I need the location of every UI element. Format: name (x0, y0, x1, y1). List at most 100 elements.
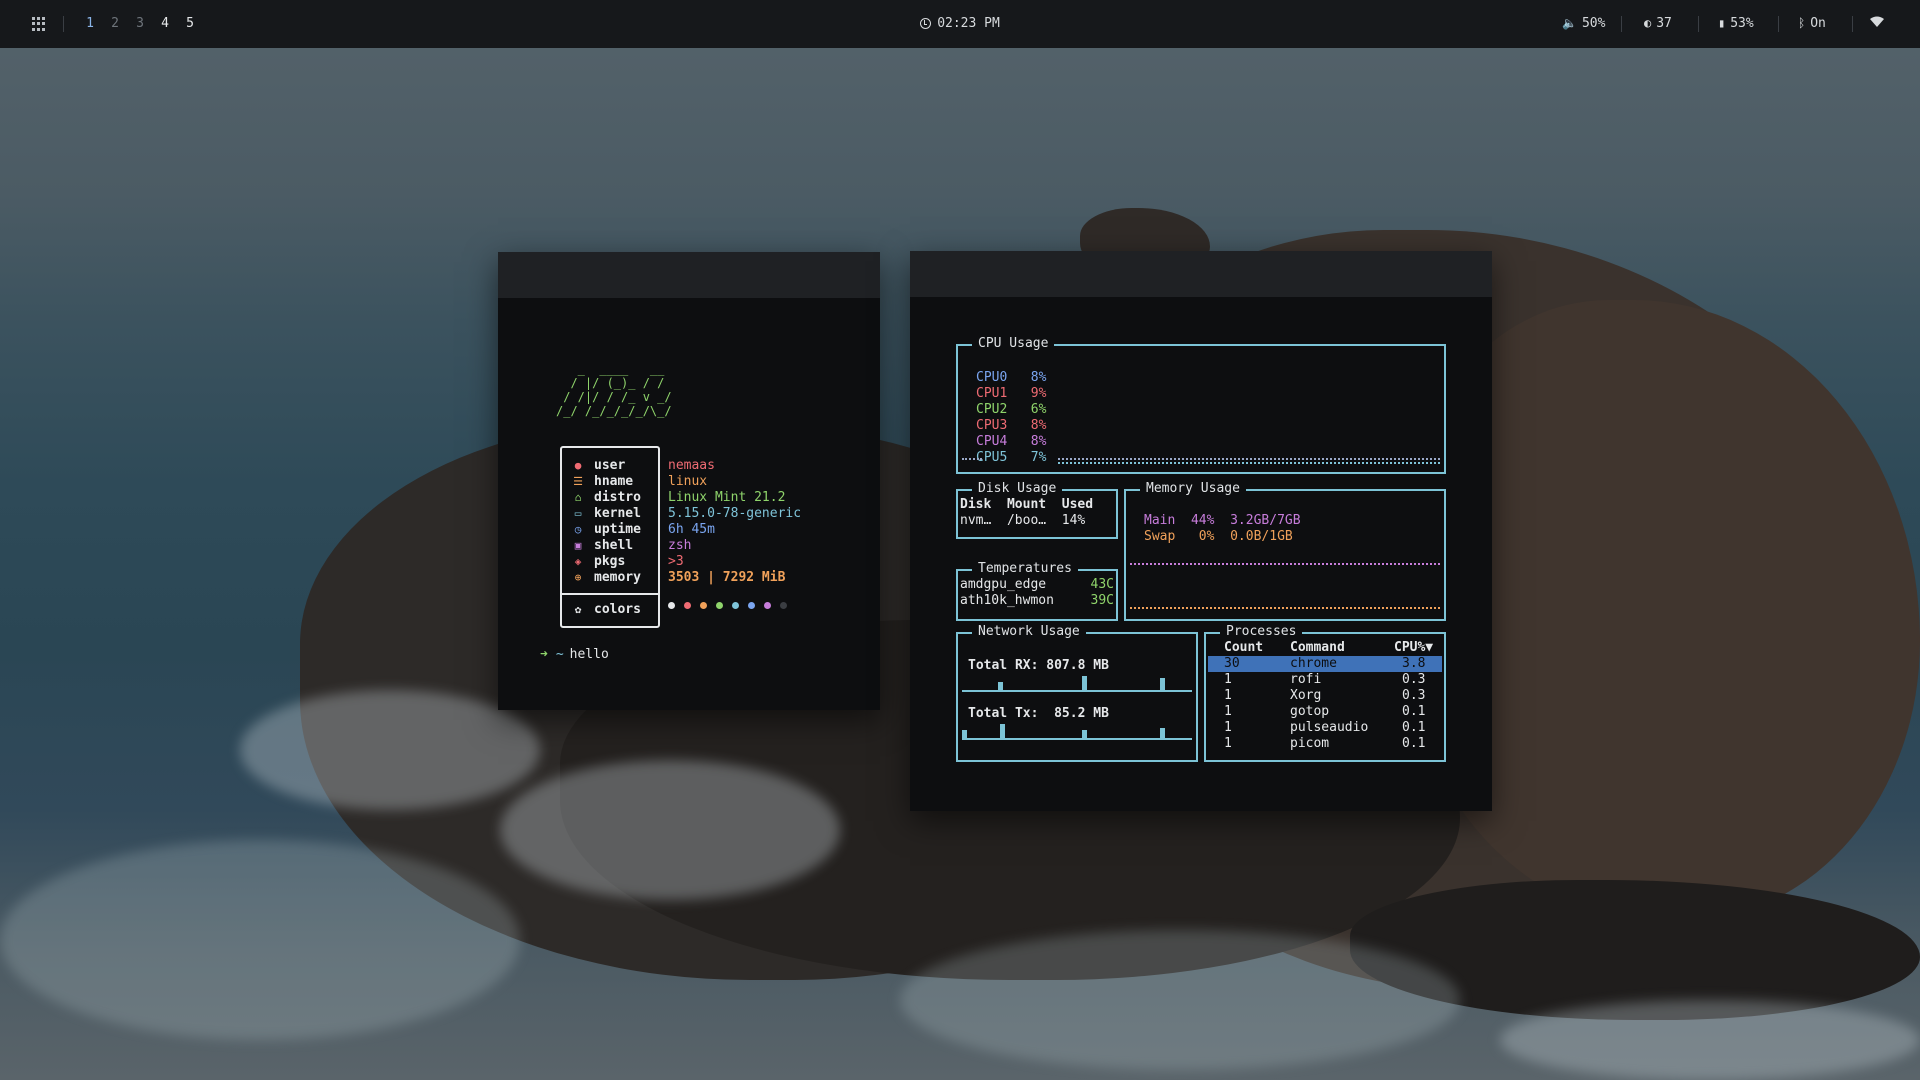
process-count[interactable]: 30 (1224, 656, 1240, 672)
bluetooth-indicator[interactable]: ᛒ On (1798, 16, 1826, 31)
gotop-terminal-window[interactable]: CPU Usage CPU0 8% CPU1 9% CPU2 6% CPU3 8… (910, 251, 1492, 811)
info-label-colors: ✿ colors (572, 602, 641, 618)
divider (1698, 16, 1699, 32)
panel-title: CPU Usage (972, 336, 1055, 352)
process-command[interactable]: pulseaudio (1290, 720, 1368, 736)
palette-dot (732, 602, 739, 609)
process-count[interactable]: 1 (1224, 672, 1232, 688)
cpu-row: CPU3 8% (976, 418, 1047, 433)
info-labels-box: ● user ☰ hname ⌂ distro ▭ kernel ◷ uptime ▣ sh… (560, 446, 660, 628)
info-value-memory: 3503 | 7292 MiB (668, 570, 786, 585)
info-value-user: nemaas (668, 458, 715, 473)
memory-icon: ⊕ (574, 571, 582, 584)
volume-value: 50% (1581, 16, 1606, 31)
volume-icon: 🔈 (1562, 16, 1577, 30)
shell-prompt[interactable]: ➜ ~ hello (540, 647, 609, 662)
process-header-cpu[interactable]: CPU%▼ (1394, 640, 1433, 656)
clock-time: 02:23 PM (937, 16, 1000, 31)
network-rx-total: Total RX: 807.8 MB (968, 658, 1109, 673)
palette-dot (716, 602, 723, 609)
top-bar: 1 2 3 4 5 02:23 PM 🔈 50% ◐ 37 ▮ 53% ᛒ On (0, 0, 1920, 48)
network-tx-total: Total Tx: 85.2 MB (968, 706, 1109, 721)
memory-main-graph (1130, 563, 1440, 565)
process-count[interactable]: 1 (1224, 720, 1232, 736)
process-command[interactable]: picom (1290, 736, 1329, 752)
cpu-row: CPU4 8% (976, 434, 1047, 449)
info-label-shell: ▣ shell (572, 538, 633, 554)
cpu-row: CPU2 6% (976, 402, 1047, 417)
brightness-value: 37 (1656, 16, 1672, 31)
wifi-indicator[interactable] (1870, 16, 1884, 32)
kernel-icon: ▭ (574, 507, 582, 520)
temp-value: 43C (1090, 577, 1114, 592)
process-command[interactable]: Xorg (1290, 688, 1321, 704)
info-value-uptime: 6h 45m (668, 522, 715, 537)
process-cpu[interactable]: 0.1 (1402, 736, 1425, 752)
neofetch-terminal-window[interactable]: _ ____ __ / |/ (_)_ / / / /|/ / /_ v _/ … (498, 252, 880, 710)
rx-bar (1082, 676, 1087, 690)
clock[interactable]: 02:23 PM (0, 16, 1920, 31)
clock-icon (920, 18, 932, 29)
color-palette (668, 602, 787, 609)
info-value-pkgs: >3 (668, 554, 684, 569)
wifi-icon (1870, 16, 1884, 27)
process-cpu[interactable]: 0.1 (1402, 704, 1425, 720)
info-label-pkgs: ◈ pkgs (572, 554, 626, 570)
prompt-directory: ~ (555, 647, 564, 662)
palette-dot (700, 602, 707, 609)
process-cpu[interactable]: 0.3 (1402, 688, 1425, 704)
panel-title: Disk Usage (972, 481, 1063, 497)
panel-title: Network Usage (972, 624, 1086, 640)
temp-name: amdgpu_edge (960, 577, 1047, 592)
info-label-kernel: ▭ kernel (572, 506, 641, 522)
memory-swap-row: Swap 0% 0.0B/1GB (1144, 529, 1293, 544)
bluetooth-icon: ᛒ (1798, 16, 1806, 30)
cpu-row: CPU5 7% (976, 450, 1047, 465)
palette-icon: ✿ (574, 603, 582, 616)
process-command[interactable]: rofi (1290, 672, 1321, 688)
window-titlebar[interactable] (910, 251, 1492, 297)
memory-main-row: Main 44% 3.2GB/7GB (1144, 513, 1301, 528)
prompt-command: hello (569, 647, 609, 662)
cpu-row: CPU1 9% (976, 386, 1047, 401)
process-cpu[interactable]: 0.3 (1402, 672, 1425, 688)
cpu-usage-panel: CPU Usage CPU0 8% CPU1 9% CPU2 6% CPU3 8… (956, 336, 1446, 474)
temperatures-panel: Temperatures amdgpu_edge 43C ath10k_hwmo… (956, 561, 1118, 621)
tx-bar (1000, 724, 1005, 738)
palette-dot (748, 602, 755, 609)
process-count[interactable]: 1 (1224, 736, 1232, 752)
battery-icon: ▮ (1718, 16, 1726, 30)
process-command[interactable]: gotop (1290, 704, 1329, 720)
panel-title: Temperatures (972, 561, 1078, 577)
palette-dot (780, 602, 787, 609)
shell-icon: ▣ (574, 539, 582, 552)
battery-value: 53% (1730, 16, 1754, 31)
rx-bar (998, 682, 1003, 690)
process-cpu[interactable]: 0.1 (1402, 720, 1425, 736)
panel-title: Processes (1220, 624, 1303, 640)
brightness-indicator[interactable]: ◐ 37 (1644, 16, 1672, 31)
process-count[interactable]: 1 (1224, 688, 1232, 704)
process-count[interactable]: 1 (1224, 704, 1232, 720)
disk-header-row: Disk Mount Used (960, 497, 1094, 512)
user-icon: ● (574, 459, 582, 472)
disk-usage-panel: Disk Usage Disk Mount Used nvm… /boo… 14… (956, 481, 1118, 539)
info-label-hname: ☰ hname (573, 474, 634, 489)
info-label-memory: ⊕ memory (572, 570, 641, 586)
cpu-graph-line (962, 458, 982, 460)
volume-indicator[interactable]: 🔈 50% (1562, 16, 1605, 31)
temp-name: ath10k_hwmon (960, 593, 1054, 608)
prompt-arrow-icon: ➜ (540, 647, 548, 662)
info-value-kernel: 5.15.0-78-generic (668, 506, 802, 521)
process-cpu[interactable]: 3.8 (1402, 656, 1425, 672)
cpu-graph-line (1058, 458, 1440, 460)
divider (1621, 16, 1622, 32)
window-titlebar[interactable] (498, 252, 880, 298)
battery-indicator[interactable]: ▮ 53% (1718, 16, 1754, 31)
divider (1778, 16, 1779, 32)
memory-swap-graph (1130, 607, 1440, 609)
process-header-count[interactable]: Count (1224, 640, 1263, 656)
process-header-command[interactable]: Command (1290, 640, 1345, 656)
process-command[interactable]: chrome (1290, 656, 1337, 672)
bluetooth-value: On (1810, 16, 1826, 31)
